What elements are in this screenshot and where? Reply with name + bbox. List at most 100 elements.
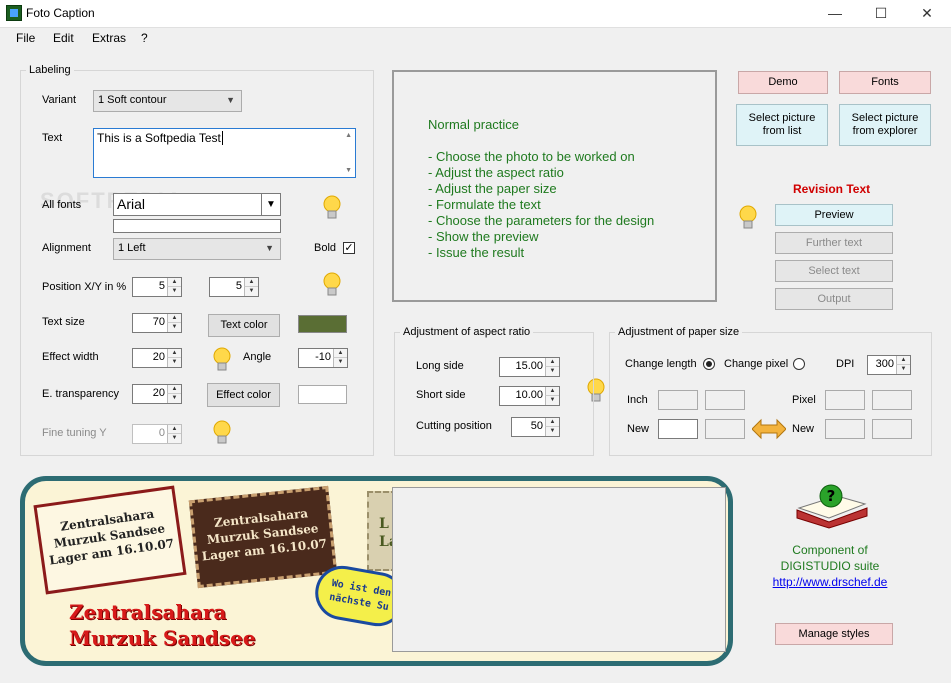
inch-height-field[interactable] <box>705 390 745 410</box>
scroll-up-icon[interactable]: ▲ <box>345 132 352 139</box>
spin-down-icon[interactable]: ▼ <box>167 323 181 332</box>
effect-color-swatch[interactable] <box>298 385 347 404</box>
title-bar <box>0 0 951 28</box>
new-inch-height-field[interactable] <box>705 419 745 439</box>
lightbulb-icon[interactable] <box>211 345 233 375</box>
pos-y-stepper[interactable]: 5 ▲ ▼ <box>209 277 259 297</box>
spin-down-icon[interactable]: ▼ <box>545 427 559 436</box>
pos-x-stepper[interactable]: 5 ▲ ▼ <box>132 277 182 297</box>
swap-arrows-icon[interactable] <box>752 418 786 440</box>
font-preview-field[interactable] <box>113 219 281 233</box>
spin-up-icon[interactable]: ▲ <box>167 314 181 323</box>
alignment-value: 1 Left <box>118 242 146 254</box>
alignment-label: Alignment <box>42 242 91 254</box>
transparency-stepper[interactable]: 20 ▲ ▼ <box>132 384 182 404</box>
select-picture-list-button[interactable]: Select picture from list <box>736 104 828 146</box>
spin-up-icon[interactable]: ▲ <box>244 278 258 287</box>
short-side-stepper[interactable]: 10.00 ▲ ▼ <box>499 386 560 406</box>
text-size-value: 70 <box>152 316 165 328</box>
caption-text-input[interactable]: This is a Softpedia Test ▲ ▼ <box>93 128 356 178</box>
demo-button[interactable]: Demo <box>738 71 828 94</box>
variant-label: Variant <box>42 94 77 106</box>
dpi-stepper[interactable]: 300 ▲ ▼ <box>867 355 911 375</box>
text-color-button[interactable]: Text color <box>208 314 280 337</box>
new-pixel-width-field[interactable] <box>825 419 865 439</box>
big-text-line: Zentralsahara <box>69 600 227 624</box>
chevron-down-icon: ▼ <box>226 95 235 105</box>
website-link[interactable]: http://www.drschef.de <box>760 575 900 589</box>
inch-width-field[interactable] <box>658 390 698 410</box>
close-button[interactable]: ✕ <box>904 0 950 27</box>
change-pixel-radio[interactable] <box>793 358 805 370</box>
spin-up-icon[interactable]: ▲ <box>545 358 559 367</box>
short-side-label: Short side <box>416 389 466 401</box>
cutting-position-stepper[interactable]: 50 ▲ ▼ <box>511 417 560 437</box>
fine-tuning-stepper[interactable]: 0 ▲ ▼ <box>132 424 182 444</box>
angle-label: Angle <box>243 351 272 363</box>
spin-down-icon[interactable]: ▼ <box>545 396 559 405</box>
new-inch-label: New <box>627 423 650 435</box>
lightbulb-icon[interactable] <box>211 418 233 448</box>
maximize-button[interactable]: ☐ <box>858 0 904 27</box>
bold-checkbox[interactable]: ✓ <box>343 242 355 254</box>
effect-width-stepper[interactable]: 20 ▲ ▼ <box>132 348 182 368</box>
pos-y-value: 5 <box>235 280 242 292</box>
new-inch-width-field[interactable] <box>658 419 698 439</box>
spin-up-icon[interactable]: ▲ <box>896 356 910 365</box>
long-side-stepper[interactable]: 15.00 ▲ ▼ <box>499 357 560 377</box>
menu-help[interactable]: ? <box>141 31 148 45</box>
preview-button[interactable]: Preview <box>775 204 893 226</box>
spin-up-icon[interactable]: ▲ <box>545 418 559 427</box>
font-value: Arial <box>117 196 146 212</box>
chevron-down-icon[interactable]: ▼ <box>261 194 280 215</box>
pos-x-value: 5 <box>158 280 165 292</box>
spin-down-icon[interactable]: ▼ <box>545 367 559 376</box>
variant-select[interactable]: 1 Soft contour ▼ <box>93 90 242 112</box>
effect-color-button[interactable]: Effect color <box>207 383 280 407</box>
style-preview-panel <box>392 487 726 652</box>
select-text-button[interactable]: Select text <box>775 260 893 282</box>
angle-stepper[interactable]: -10 ▲ ▼ <box>298 348 348 368</box>
font-select[interactable]: Arial ▼ <box>113 193 281 216</box>
spin-down-icon[interactable]: ▼ <box>167 434 181 443</box>
cutting-position-label: Cutting position <box>416 420 492 432</box>
new-pixel-height-field[interactable] <box>872 419 912 439</box>
lightbulb-icon[interactable] <box>737 203 759 233</box>
chevron-down-icon: ▼ <box>265 243 274 253</box>
output-button[interactable]: Output <box>775 288 893 310</box>
lightbulb-icon[interactable] <box>321 270 343 300</box>
spin-down-icon[interactable]: ▼ <box>896 365 910 374</box>
spin-up-icon[interactable]: ▲ <box>167 425 181 434</box>
spin-down-icon[interactable]: ▼ <box>167 287 181 296</box>
spin-down-icon[interactable]: ▼ <box>167 358 181 367</box>
pixel-height-field[interactable] <box>872 390 912 410</box>
spin-up-icon[interactable]: ▲ <box>167 278 181 287</box>
further-text-button[interactable]: Further text <box>775 232 893 254</box>
menu-extras[interactable]: Extras <box>92 31 126 45</box>
menu-edit[interactable]: Edit <box>53 31 74 45</box>
spin-up-icon[interactable]: ▲ <box>545 387 559 396</box>
text-color-swatch[interactable] <box>298 315 347 333</box>
text-size-stepper[interactable]: 70 ▲ ▼ <box>132 313 182 333</box>
spin-up-icon[interactable]: ▲ <box>167 349 181 358</box>
menu-file[interactable]: File <box>16 31 35 45</box>
fonts-button[interactable]: Fonts <box>839 71 931 94</box>
spin-up-icon[interactable]: ▲ <box>167 385 181 394</box>
pixel-label: Pixel <box>792 394 816 406</box>
text-label: Text <box>42 132 63 144</box>
spin-down-icon[interactable]: ▼ <box>333 358 347 367</box>
manage-styles-button[interactable]: Manage styles <box>775 623 893 645</box>
instruction-line: - Show the preview <box>428 229 539 244</box>
scroll-down-icon[interactable]: ▼ <box>345 167 352 174</box>
lightbulb-icon[interactable] <box>321 193 343 223</box>
alignment-select[interactable]: 1 Left ▼ <box>113 238 281 260</box>
minimize-button[interactable]: — <box>812 0 858 27</box>
select-picture-explorer-button[interactable]: Select picture from explorer <box>839 104 931 146</box>
spin-down-icon[interactable]: ▼ <box>244 287 258 296</box>
caption-text-value: This is a Softpedia Test <box>97 131 221 145</box>
change-length-radio[interactable] <box>703 358 715 370</box>
effect-width-value: 20 <box>152 351 165 363</box>
spin-up-icon[interactable]: ▲ <box>333 349 347 358</box>
pixel-width-field[interactable] <box>825 390 865 410</box>
spin-down-icon[interactable]: ▼ <box>167 394 181 403</box>
